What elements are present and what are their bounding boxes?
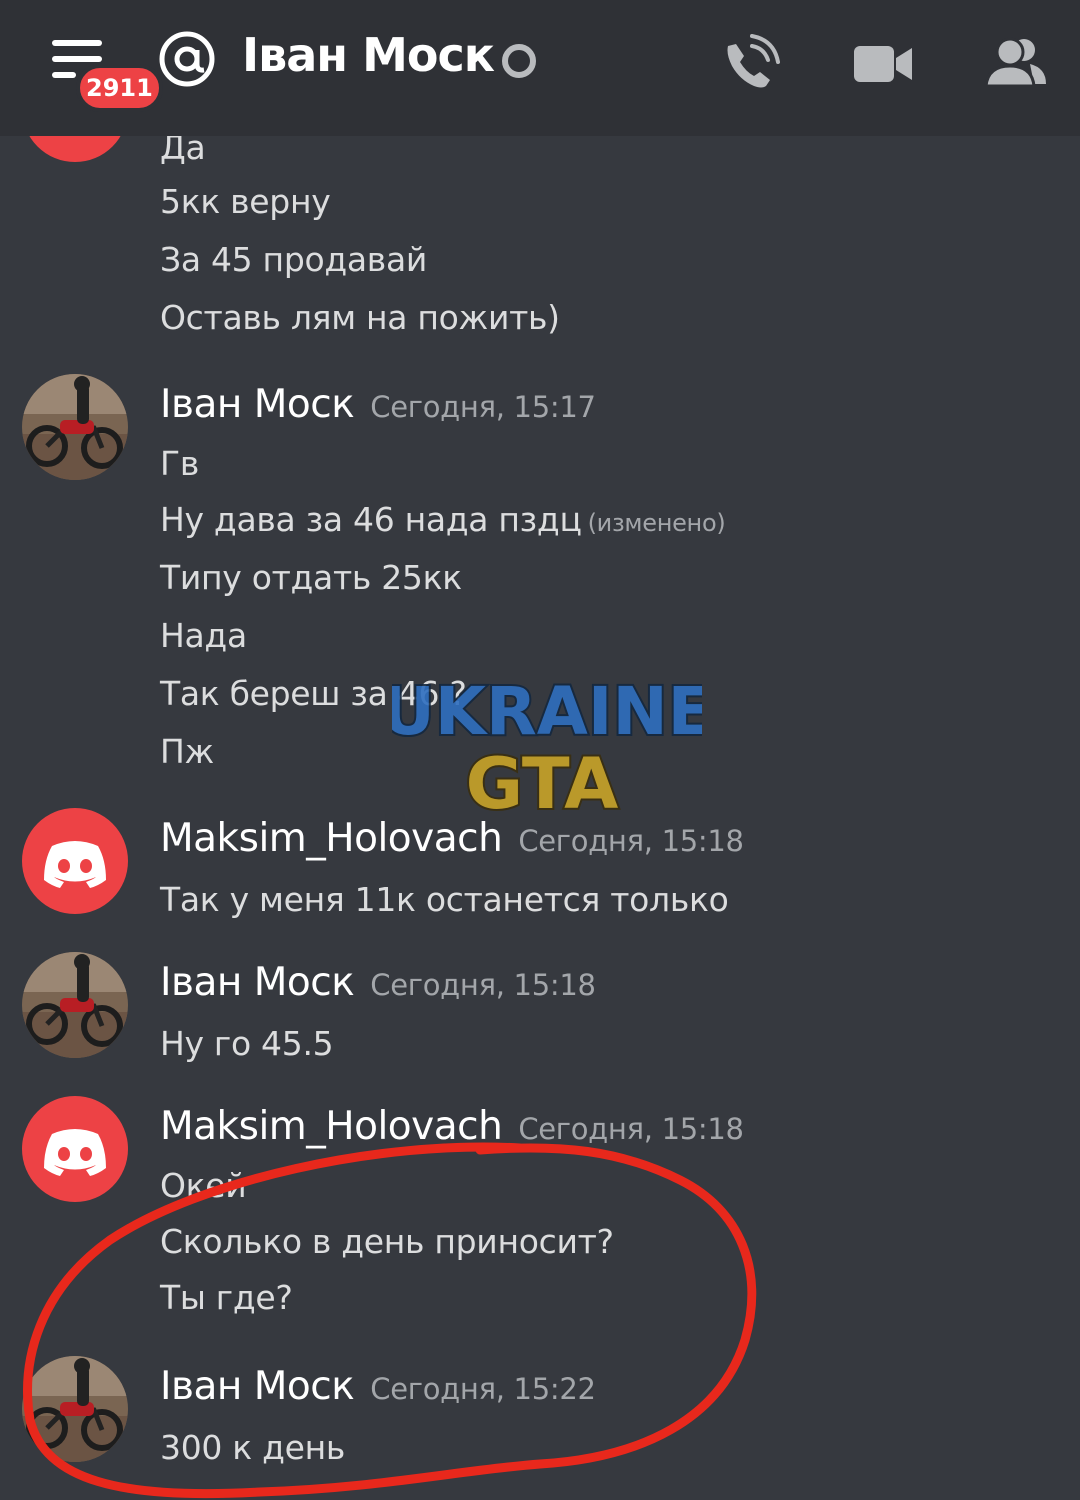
discord-logo-icon — [44, 841, 106, 888]
avatar[interactable] — [22, 1096, 128, 1202]
menu-bar — [52, 72, 76, 78]
message-text: Типу отдать 25кк — [160, 558, 462, 597]
message-author[interactable]: Іван Моск Сегодня, 15:17 — [160, 382, 596, 427]
message-timestamp: Сегодня, 15:17 — [370, 390, 596, 424]
unread-badge: 2911 — [76, 64, 163, 112]
message-text: Ты где? — [160, 1278, 293, 1317]
motorcycle-photo-icon — [22, 1356, 128, 1462]
status-ring-icon — [502, 44, 536, 78]
message-author[interactable]: Іван Моск Сегодня, 15:18 — [160, 960, 596, 1005]
voice-call-icon[interactable] — [718, 32, 782, 96]
message-text: За 45 продавай — [160, 240, 428, 279]
motorcycle-photo-icon — [22, 374, 128, 480]
ukraine-gta-watermark: UKRAINE GTA — [392, 671, 702, 822]
watermark-line2: GTA — [466, 743, 619, 822]
message-timestamp: Сегодня, 15:18 — [518, 1112, 744, 1146]
message-text: Пж — [160, 732, 214, 771]
message-timestamp: Сегодня, 15:18 — [370, 968, 596, 1002]
avatar[interactable] — [22, 952, 128, 1058]
avatar[interactable] — [22, 374, 128, 480]
hamburger-menu-button[interactable]: 2911 — [48, 36, 163, 112]
message-author[interactable]: Maksim_Holovach Сегодня, 15:18 — [160, 816, 744, 861]
message-text: 300 к день — [160, 1428, 346, 1467]
message-author[interactable]: Іван Моск Сегодня, 15:22 — [160, 1364, 596, 1409]
message-text: Ну дава за 46 нада пздц — [160, 500, 582, 539]
message-text: Ну дава за 46 нада пздц (изменено) — [160, 500, 726, 539]
message-text: Нада — [160, 616, 247, 655]
message-text: Так у меня 11к останется только — [160, 880, 729, 919]
watermark-line1: UKRAINE — [392, 673, 702, 750]
message-timestamp: Сегодня, 15:22 — [370, 1372, 596, 1406]
motorcycle-photo-icon — [22, 952, 128, 1058]
at-mention-icon — [159, 31, 215, 87]
edited-label: (изменено) — [587, 509, 726, 537]
menu-bar — [52, 56, 102, 62]
discord-logo-icon — [44, 1129, 106, 1176]
message-text: Сколько в день приносит? — [160, 1222, 614, 1261]
channel-header: 2911 Іван Моск — [0, 0, 1080, 136]
message-text: Окей — [160, 1166, 247, 1205]
menu-bar — [52, 40, 102, 46]
avatar[interactable] — [22, 808, 128, 914]
message-author[interactable]: Maksim_Holovach Сегодня, 15:18 — [160, 1104, 744, 1149]
channel-title: Іван Моск — [242, 28, 495, 82]
message-text: Оставь лям на пожить) — [160, 298, 560, 337]
message-text: Ну го 45.5 — [160, 1024, 334, 1063]
message-timestamp: Сегодня, 15:18 — [518, 824, 744, 858]
avatar[interactable] — [22, 1356, 128, 1462]
video-call-icon[interactable] — [852, 32, 916, 96]
members-icon[interactable] — [984, 32, 1048, 96]
message-text: Гв — [160, 444, 199, 483]
message-text: 5кк верну — [160, 182, 331, 221]
